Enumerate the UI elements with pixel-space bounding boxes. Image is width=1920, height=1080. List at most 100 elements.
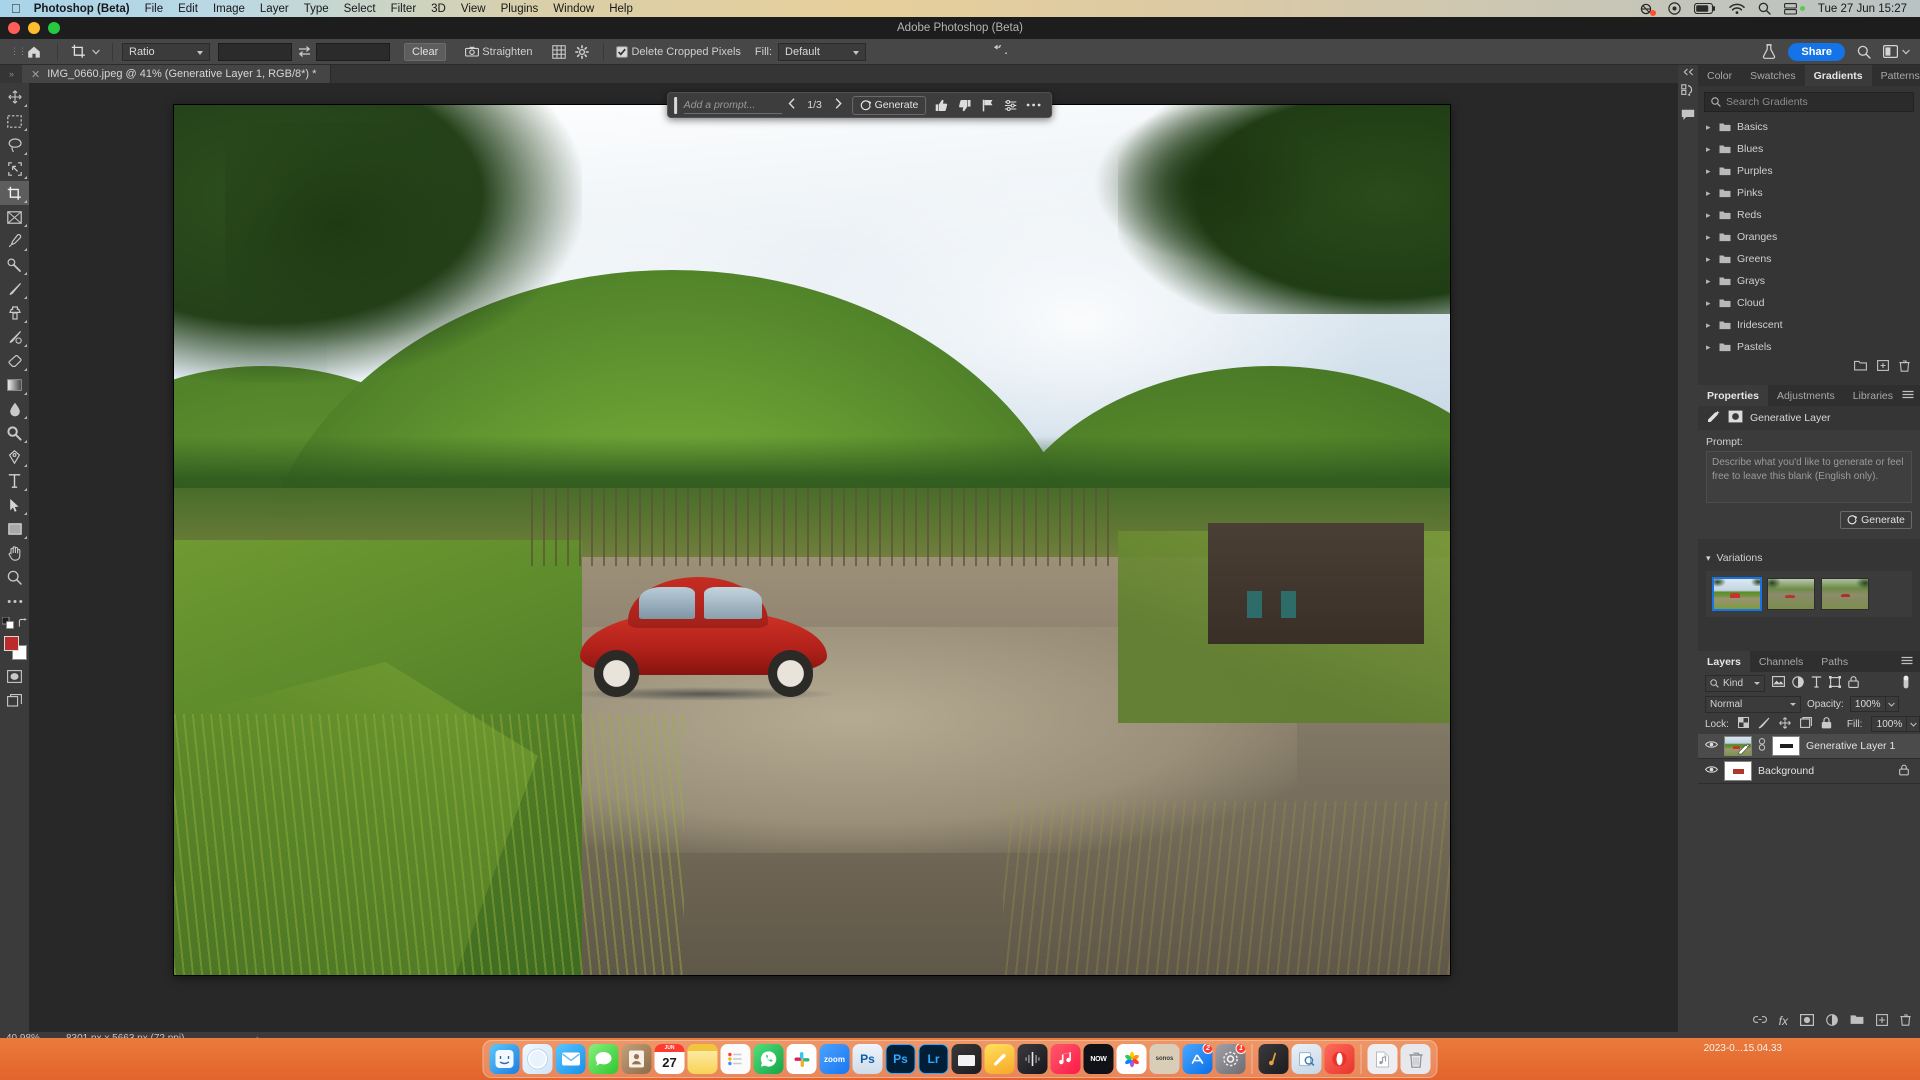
lock-image-icon[interactable] [1758, 717, 1770, 732]
gradient-folder-grays[interactable]: ▸Grays [1698, 270, 1920, 292]
control-center-icon[interactable] [1668, 2, 1681, 15]
quick-mask-icon[interactable] [0, 664, 29, 688]
tab-layers[interactable]: Layers [1698, 651, 1750, 672]
crop-tool[interactable] [0, 181, 29, 205]
add-mask-icon[interactable] [1800, 1014, 1814, 1029]
dock-app-logic-pro[interactable] [1018, 1044, 1048, 1074]
crop-height-input[interactable] [316, 43, 390, 61]
gradient-folder-cloud[interactable]: ▸Cloud [1698, 292, 1920, 314]
more-options-icon[interactable] [1022, 95, 1045, 115]
dock-app-calendar[interactable]: JUN27 [655, 1044, 685, 1074]
dock-app-reminders[interactable] [721, 1044, 751, 1074]
dock-app-contacts[interactable] [622, 1044, 652, 1074]
tab-channels[interactable]: Channels [1750, 651, 1812, 672]
crop-width-input[interactable] [218, 43, 292, 61]
battery-icon[interactable] [1694, 3, 1716, 14]
hand-tool[interactable] [0, 541, 29, 565]
options-bar-grip[interactable]: ⋮⋮ [10, 46, 20, 57]
variation-thumbnail-3[interactable] [1821, 578, 1869, 610]
filter-pixel-icon[interactable] [1772, 676, 1785, 690]
new-gradient-icon[interactable] [1877, 360, 1889, 374]
filter-toggle-icon[interactable] [1901, 675, 1913, 692]
brush-tool[interactable] [0, 277, 29, 301]
variation-thumbnail-1[interactable] [1713, 578, 1761, 610]
tab-properties[interactable]: Properties [1698, 385, 1768, 406]
layer-visibility-toggle[interactable] [1705, 765, 1718, 777]
wifi-icon[interactable] [1729, 3, 1745, 15]
history-icon[interactable] [1678, 79, 1698, 103]
blend-mode-select[interactable]: Normal [1705, 696, 1801, 713]
clear-button[interactable]: Clear [404, 43, 446, 61]
maximize-window-button[interactable] [48, 22, 60, 34]
gear-icon[interactable] [570, 42, 594, 62]
eyedropper-tool[interactable] [0, 229, 29, 253]
dock-app-photos[interactable] [1117, 1044, 1147, 1074]
lock-transparency-icon[interactable] [1738, 717, 1749, 731]
screen-mode-icon[interactable] [0, 688, 29, 712]
share-button[interactable]: Share [1788, 43, 1845, 61]
close-window-button[interactable] [8, 22, 20, 34]
layer-row-generative[interactable]: Generative Layer 1 [1698, 734, 1920, 759]
delete-layer-icon[interactable] [1900, 1014, 1911, 1029]
document-canvas[interactable] [174, 105, 1450, 975]
dock-app-music[interactable] [1051, 1044, 1081, 1074]
delete-cropped-pixels-checkbox[interactable] [613, 42, 631, 62]
dock-app-slack[interactable] [787, 1044, 817, 1074]
crop-ratio-select[interactable]: Ratio [122, 43, 210, 61]
lock-position-icon[interactable] [1779, 717, 1791, 732]
next-variation-button[interactable] [828, 98, 848, 112]
gradient-folder-blues[interactable]: ▸Blues [1698, 138, 1920, 160]
dock-app-messages[interactable] [589, 1044, 619, 1074]
reset-icon[interactable] [986, 42, 1012, 62]
gradient-folder-greens[interactable]: ▸Greens [1698, 248, 1920, 270]
collapse-panels-icon[interactable] [1678, 65, 1698, 79]
swap-dimensions-icon[interactable] [292, 42, 316, 62]
variation-thumbnail-2[interactable] [1767, 578, 1815, 610]
dock-app-garageband[interactable] [1259, 1044, 1289, 1074]
rectangular-marquee-tool[interactable] [0, 109, 29, 133]
window-traffic-lights[interactable] [8, 22, 60, 34]
dock-app-sonos[interactable]: sonos [1150, 1044, 1180, 1074]
opacity-value[interactable]: 100% [1850, 696, 1886, 712]
dock-trash[interactable] [1401, 1044, 1431, 1074]
tool-preset-chevron-icon[interactable] [89, 42, 103, 62]
menu-file[interactable]: File [145, 3, 164, 15]
foreground-background-color[interactable] [0, 634, 29, 664]
default-colors-icon[interactable] [2, 617, 14, 629]
gradient-tool[interactable] [0, 373, 29, 397]
straighten-label[interactable]: Straighten [482, 46, 532, 58]
eraser-tool[interactable] [0, 349, 29, 373]
dock-app-photoshop-classic[interactable]: Ps [853, 1044, 883, 1074]
pen-tool[interactable] [0, 445, 29, 469]
menu-window[interactable]: Window [553, 3, 594, 15]
new-layer-icon[interactable] [1876, 1014, 1888, 1029]
menu-app-name[interactable]: Photoshop (Beta) [34, 3, 130, 15]
menu-image[interactable]: Image [213, 3, 245, 15]
layer-thumbnail[interactable] [1724, 761, 1752, 781]
layer-thumbnail[interactable] [1724, 736, 1752, 756]
layer-style-icon[interactable]: fx [1779, 1014, 1788, 1028]
object-selection-tool[interactable] [0, 157, 29, 181]
contextual-task-bar[interactable]: Add a prompt... 1/3 Generate [667, 92, 1053, 118]
prompt-textarea[interactable]: Describe what you'd like to generate or … [1706, 451, 1912, 503]
dodge-tool[interactable] [0, 421, 29, 445]
swap-colors-icon[interactable] [18, 618, 28, 628]
lasso-tool[interactable] [0, 133, 29, 157]
server-icon[interactable] [1784, 3, 1805, 15]
document-tab[interactable]: ✕ IMG_0660.jpeg @ 41% (Generative Layer … [22, 65, 331, 83]
layer-filter-kind-select[interactable]: Kind [1705, 675, 1765, 692]
gradient-folder-pinks[interactable]: ▸Pinks [1698, 182, 1920, 204]
spotlight-icon[interactable] [1758, 2, 1771, 15]
filter-type-icon[interactable] [1811, 676, 1822, 691]
menu-filter[interactable]: Filter [391, 3, 417, 15]
search-gradients-input[interactable]: Search Gradients [1704, 92, 1914, 112]
dock-app-final-cut-pro[interactable] [952, 1044, 982, 1074]
new-group-icon[interactable] [1850, 1014, 1864, 1028]
layer-name[interactable]: Generative Layer 1 [1806, 740, 1895, 752]
close-icon[interactable]: ✕ [31, 68, 40, 81]
tab-libraries[interactable]: Libraries [1844, 385, 1902, 406]
healing-brush-tool[interactable] [0, 253, 29, 277]
crop-overlay-icon[interactable] [548, 42, 570, 62]
minimize-window-button[interactable] [28, 22, 40, 34]
lock-artboard-icon[interactable] [1800, 717, 1812, 731]
